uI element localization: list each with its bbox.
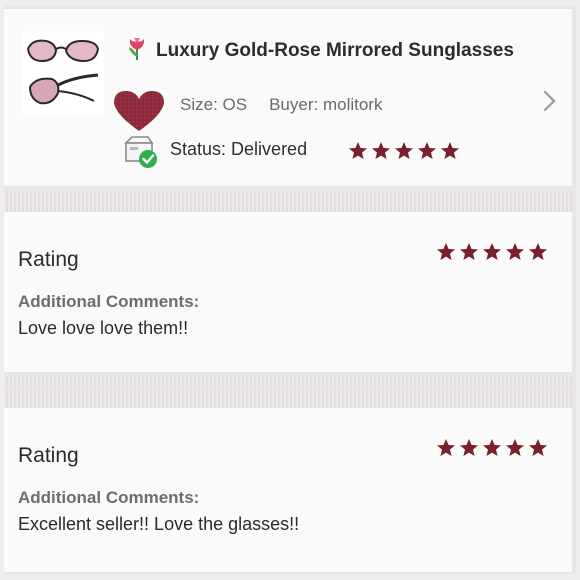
comment-text: Excellent seller!! Love the glasses!! (18, 514, 300, 534)
status-label: Status: (170, 139, 227, 159)
comment-text: Love love love them!! (18, 318, 189, 338)
star-icon (506, 439, 524, 456)
order-card[interactable]: Luxury Gold-Rose Mirrored Sunglasses Siz… (4, 8, 572, 186)
status-value: Delivered (231, 139, 308, 159)
section-divider (4, 390, 572, 408)
heart-icon[interactable] (112, 89, 166, 133)
star-icon (437, 439, 455, 456)
chevron-right-icon[interactable] (542, 89, 558, 113)
star-icon (349, 142, 367, 159)
star-icon (529, 243, 547, 260)
review-card: Rating Additional Comments: Love love lo… (4, 212, 572, 372)
star-icon (506, 243, 524, 260)
delivered-box-icon (124, 136, 157, 168)
star-icon (529, 439, 547, 456)
review-star-rating (436, 438, 548, 458)
sunglasses-thumbnail (22, 31, 104, 115)
star-icon (483, 243, 501, 260)
star-icon (372, 142, 390, 159)
tulip-emoji-icon (129, 38, 145, 60)
product-title[interactable]: Luxury Gold-Rose Mirrored Sunglasses (124, 35, 524, 65)
buyer-text: Buyer: molitork (269, 95, 383, 114)
product-title-text: Luxury Gold-Rose Mirrored Sunglasses (156, 40, 514, 61)
rating-label: Rating (18, 248, 79, 271)
star-icon (437, 243, 455, 260)
star-icon (460, 243, 478, 260)
order-star-rating (348, 141, 460, 161)
size-text: Size: OS (180, 95, 248, 114)
comments-label: Additional Comments: (18, 292, 200, 311)
star-icon (418, 142, 436, 159)
review-star-rating (436, 242, 548, 262)
star-icon (395, 142, 413, 159)
section-divider (4, 376, 572, 388)
star-icon (441, 142, 459, 159)
rating-label: Rating (18, 444, 79, 467)
order-status: Status: Delivered (170, 139, 307, 160)
review-card: Rating Additional Comments: Excellent se… (4, 408, 572, 572)
comments-label: Additional Comments: (18, 488, 200, 507)
order-meta: Size: OS Buyer: molitork (180, 95, 382, 115)
star-icon (483, 439, 501, 456)
star-icon (460, 439, 478, 456)
section-divider (4, 192, 572, 212)
